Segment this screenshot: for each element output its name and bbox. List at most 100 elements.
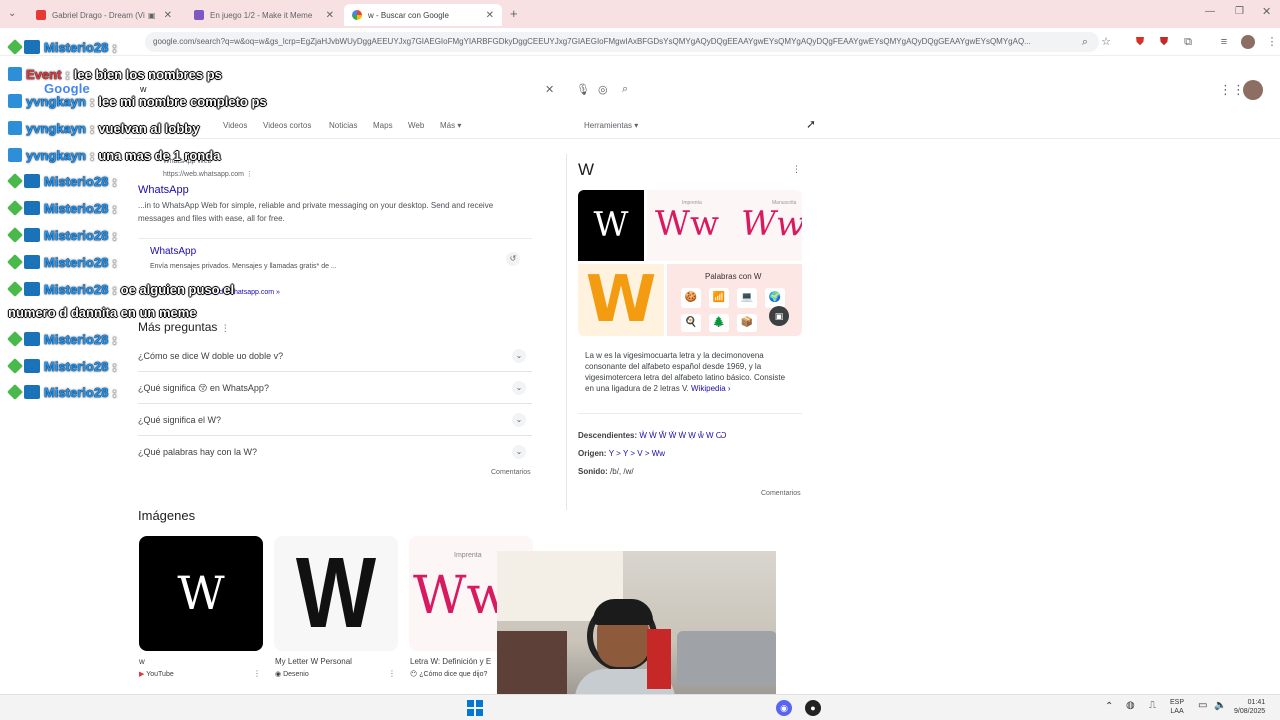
webcam-red-chair: [647, 629, 671, 689]
lens-camera-icon[interactable]: ◎: [598, 83, 608, 96]
tab-videos-cortos[interactable]: Videos cortos: [263, 121, 311, 130]
kp-image-orange-w[interactable]: W: [578, 264, 664, 336]
kp-image-black-w[interactable]: W: [578, 190, 644, 261]
kp-divider-line: [578, 413, 802, 414]
minimize-icon[interactable]: —: [1205, 6, 1215, 17]
meme-favicon-icon: [194, 10, 204, 20]
gallery-icon[interactable]: ▣: [769, 306, 789, 326]
shield-extension-icon[interactable]: ⛊: [1133, 35, 1147, 49]
image-result[interactable]: W: [274, 536, 398, 651]
network-icon[interactable]: ▭: [1198, 700, 1207, 711]
chat-message: Misterio28:: [7, 199, 121, 217]
volume-icon[interactable]: 🔈: [1214, 700, 1226, 711]
more-options-icon[interactable]: ⋮: [388, 669, 396, 678]
more-options-icon[interactable]: ⋮: [792, 164, 801, 175]
apps-grid-icon[interactable]: ⋮⋮: [1219, 82, 1245, 98]
tools-button[interactable]: Herramientas ▾: [584, 121, 638, 130]
clear-icon[interactable]: ✕: [545, 83, 554, 96]
webcam-overlay: [497, 551, 776, 716]
question-text: ¿Qué significa 😚 en WhatsApp?: [138, 383, 269, 393]
kp-image-ww[interactable]: Imprenta Manuscrita Ww Ww: [647, 190, 802, 261]
tray-chevron-up-icon[interactable]: ⌃: [1105, 701, 1113, 712]
tab-youtube[interactable]: Gabriel Drago - Dream (Vi ▣ ✕: [28, 4, 180, 26]
discord-icon[interactable]: ◉: [776, 700, 792, 716]
google-favicon-icon: [352, 10, 362, 20]
fact-value[interactable]: Ẁ Ẃ Ŵ Ẅ Ẇ Ẉ ẘ W Ѡ: [639, 431, 726, 440]
mic-icon[interactable]: 🎙: [576, 83, 590, 96]
search-icon[interactable]: ⌕: [622, 83, 628, 96]
chat-username: Event: [26, 66, 62, 82]
wikipedia-link[interactable]: Wikipedia ›: [691, 384, 731, 393]
fact-label: Descendientes:: [578, 431, 638, 440]
tray-app-icon[interactable]: ◍: [1126, 700, 1135, 711]
paa-question[interactable]: ¿Cómo se dice W doble uo doble v? ⌄: [138, 340, 532, 372]
extensions-puzzle-icon[interactable]: ⧉: [1181, 35, 1195, 49]
image-caption[interactable]: w: [139, 657, 145, 666]
tab-noticias[interactable]: Noticias: [329, 121, 357, 130]
more-options-icon[interactable]: ⋮: [253, 669, 261, 678]
history-icon[interactable]: ↺: [506, 252, 520, 266]
kp-image-palabras[interactable]: Palabras con W 🍪 📶 💻 🌍 🍳 🌲 📦 ▣: [667, 264, 802, 336]
address-bar[interactable]: google.com/search?q=w&oq=w&gs_lcrp=EgZja…: [145, 32, 1099, 52]
fact-label: Origen:: [578, 449, 607, 458]
hc-badge-icon: [24, 40, 40, 54]
maximize-icon[interactable]: ❐: [1235, 6, 1244, 17]
chat-message: yvngkayn: lee mi nombre completo ps: [8, 92, 267, 110]
media-control-icon[interactable]: ≡: [1217, 35, 1231, 49]
dropdown-icon: ▾: [457, 121, 462, 130]
chat-badge-icon: [8, 148, 22, 162]
snippet-line: ...in to WhatsApp Web for simple, reliab…: [138, 201, 494, 210]
chat-username: Misterio28: [44, 227, 109, 243]
tab-label: Gabriel Drago - Dream (Vi: [52, 10, 145, 20]
bookmark-star-icon[interactable]: ☆: [1099, 35, 1113, 49]
tab-videos[interactable]: Videos: [223, 121, 247, 130]
wifi-icon: 📶: [709, 288, 729, 308]
obs-icon[interactable]: ●: [805, 700, 821, 716]
hc-badge-icon: [24, 332, 40, 346]
fact-value[interactable]: Υ > Y > V > Ww: [609, 449, 665, 458]
chrome-menu-icon[interactable]: ⋮: [1265, 35, 1279, 49]
sitelink-title[interactable]: WhatsApp: [150, 246, 196, 257]
tab-mas[interactable]: Más ▾: [440, 121, 461, 130]
extension-badge-icon[interactable]: ⛊: [1157, 35, 1171, 49]
paa-question[interactable]: ¿Qué significa 😚 en WhatsApp? ⌄: [138, 372, 532, 404]
new-tab-icon[interactable]: +: [510, 6, 518, 21]
start-pane: [476, 700, 483, 707]
desenio-icon: ◉: [275, 671, 282, 678]
tab-close-icon[interactable]: ✕: [326, 10, 334, 21]
more-options-icon[interactable]: ⋮: [246, 171, 253, 178]
chat-username: Misterio28: [44, 384, 109, 400]
windows-start-icon[interactable]: [467, 700, 483, 716]
zoom-icon[interactable]: ⌕: [1078, 35, 1092, 49]
chevron-down-icon: ⌄: [512, 381, 526, 395]
tab-close-icon[interactable]: ✕: [486, 10, 494, 21]
image-result[interactable]: W: [139, 536, 263, 651]
image-caption[interactable]: My Letter W Personal: [275, 657, 352, 666]
question-text: ¿Qué palabras hay con la W?: [138, 447, 258, 457]
chat-separator: :: [65, 66, 70, 82]
tab-google-search[interactable]: w - Buscar con Google ✕: [344, 4, 502, 26]
url-text: https://web.whatsapp.com: [163, 171, 244, 178]
kp-feedback-link[interactable]: Comentarios: [761, 490, 801, 497]
result-url[interactable]: https://web.whatsapp.com ⋮: [163, 170, 253, 178]
language-indicator[interactable]: ESP LAA: [1170, 698, 1184, 716]
tile-icon: 🍪: [681, 288, 701, 308]
close-window-icon[interactable]: ✕: [1262, 5, 1271, 18]
tab-list-chevron-icon[interactable]: ⌄: [8, 8, 16, 19]
account-avatar[interactable]: [1243, 80, 1263, 100]
tab-web[interactable]: Web: [408, 121, 424, 130]
webcam-couch: [677, 631, 776, 686]
clock[interactable]: 01:41 9/08/2025: [1234, 698, 1265, 716]
tray-usb-icon[interactable]: ⎍: [1149, 700, 1156, 711]
tab-maps[interactable]: Maps: [373, 121, 393, 130]
result-title-link[interactable]: WhatsApp: [138, 184, 189, 196]
more-options-icon[interactable]: ⋮: [221, 323, 230, 333]
paa-feedback-link[interactable]: Comentarios: [491, 469, 531, 476]
paa-question[interactable]: ¿Qué significa el W? ⌄: [138, 404, 532, 436]
image-source: 😶 ¿Cómo dice que dijo?: [410, 670, 487, 678]
tab-close-icon[interactable]: ✕: [164, 10, 172, 21]
profile-avatar[interactable]: [1241, 35, 1255, 49]
tab-make-it-meme[interactable]: En juego 1/2 - Make it Meme ✕: [186, 4, 342, 26]
image-caption[interactable]: Letra W: Definición y E: [410, 657, 491, 666]
paa-question[interactable]: ¿Qué palabras hay con la W? ⌄: [138, 436, 532, 468]
